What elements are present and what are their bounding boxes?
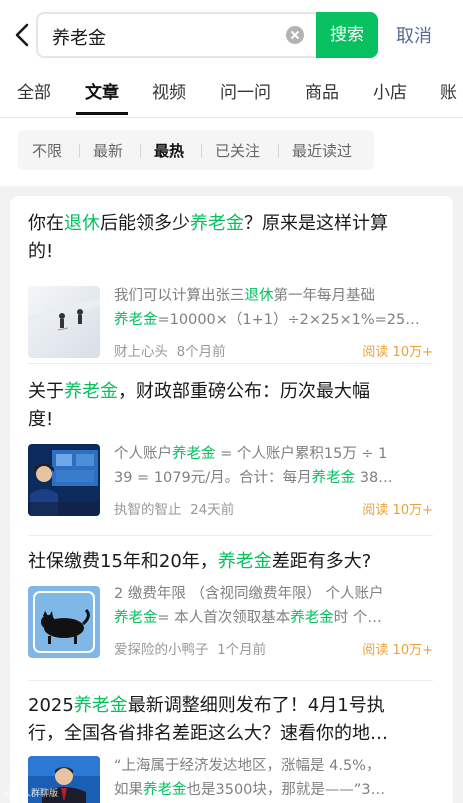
- tab-shops[interactable]: 小店: [373, 78, 407, 103]
- keyword-highlight: 养老金: [64, 381, 118, 402]
- back-arrow-icon[interactable]: [12, 22, 34, 48]
- keyword-highlight: 养老金: [190, 213, 244, 234]
- keyword-highlight: 养老金: [311, 470, 356, 486]
- filter-hottest[interactable]: 最热: [154, 140, 184, 161]
- keyword-highlight: 退休: [64, 213, 100, 234]
- tab-qa[interactable]: 问一问: [220, 78, 271, 103]
- filter-divider: [79, 144, 80, 158]
- text-segment: 也是3500块，那就是——”3…: [186, 782, 386, 798]
- text-segment: ，财政部重磅公布：历次最大幅: [118, 381, 370, 402]
- results-list: 你在退休后能领多少养老金？原来是这样计算 的! 我们可以计算出张三退休第一年每月基…: [10, 196, 453, 803]
- text-segment: 社保缴费15年和20年，: [28, 551, 218, 572]
- source-name[interactable]: 执智的智止: [114, 502, 182, 518]
- search-input[interactable]: 养老金: [36, 12, 318, 58]
- filter-any[interactable]: 不限: [32, 140, 62, 161]
- text-segment: 我们可以计算出张三: [114, 288, 245, 304]
- article-snippet: “上海属于经济发达地区，涨幅是 4.5%， 如果养老金也是3500块，那就是——…: [114, 754, 434, 802]
- article-source: 财上心头 8个月前: [114, 340, 226, 360]
- tab-articles[interactable]: 文章: [85, 78, 119, 103]
- read-count: 阅读 10万+: [362, 503, 433, 518]
- publish-time: 1个月前: [217, 642, 267, 658]
- text-segment: 第一年每月基础: [273, 288, 376, 304]
- filter-recently-read[interactable]: 最近读过: [292, 140, 352, 161]
- text-segment: “上海属于经济发达地区，涨幅是 4.5%，: [114, 758, 381, 774]
- item-divider: [28, 535, 433, 536]
- text-segment: 时 个…: [333, 610, 382, 626]
- publish-time: 8个月前: [176, 344, 226, 360]
- article-item[interactable]: 2025养老金最新调整细则发布了！4月1号执 行，全国各省排名差距这么大？速看你的…: [28, 692, 433, 803]
- filter-divider: [278, 144, 279, 158]
- article-snippet: 2 缴费年限 （含视同缴费年限） 个人账户 养老金= 本人首次领取基本养老金时 …: [114, 582, 434, 630]
- article-thumbnail[interactable]: [28, 444, 100, 516]
- tab-all[interactable]: 全部: [17, 78, 51, 103]
- cancel-button[interactable]: 取消: [396, 22, 432, 48]
- category-tabs: 全部 文章 视频 问一问 商品 小店 账: [0, 68, 463, 118]
- active-tab-indicator: [76, 112, 128, 115]
- tab-videos[interactable]: 视频: [152, 78, 186, 103]
- text-segment: =10000×（1+1）÷2×25×1%=25…: [157, 312, 420, 328]
- filter-latest[interactable]: 最新: [93, 140, 123, 161]
- keyword-highlight: 养老金: [172, 446, 216, 462]
- source-name[interactable]: 财上心头: [114, 344, 168, 360]
- text-segment: ？原来是这样计算: [244, 213, 388, 234]
- item-divider: [28, 363, 433, 364]
- text-segment: = 本人首次领取基本: [157, 610, 291, 626]
- keyword-highlight: 退休: [244, 288, 274, 304]
- publish-time: 24天前: [190, 502, 235, 518]
- text-segment: = 个人账户累积15万 ÷ 1: [215, 446, 388, 462]
- article-item[interactable]: 关于养老金，财政部重磅公布：历次最大幅 度! 个人账户养老金 = 个人账户累积15…: [28, 378, 433, 528]
- search-header: 养老金 搜索 取消: [0, 0, 463, 68]
- read-count: 阅读 10万+: [362, 345, 433, 360]
- keyword-highlight: 养老金: [114, 610, 158, 626]
- source-name[interactable]: 爱探险的小鸭子: [114, 642, 209, 658]
- keyword-highlight: 养老金: [143, 782, 187, 798]
- keyword-highlight: 养老金: [217, 551, 272, 572]
- filter-followed[interactable]: 已关注: [215, 140, 260, 161]
- watermark: @一人群聊版: [4, 789, 59, 799]
- keyword-highlight: 养老金: [290, 610, 334, 626]
- tab-accounts[interactable]: 账: [440, 78, 457, 103]
- article-snippet: 个人账户养老金 = 个人账户累积15万 ÷ 1 39 = 1079元/月。合计：…: [114, 442, 434, 490]
- article-snippet: 我们可以计算出张三退休第一年每月基础 养老金=10000×（1+1）÷2×25×…: [114, 284, 434, 332]
- sort-filter-group: 不限 最新 最热 已关注 最近读过: [18, 130, 374, 170]
- tab-products[interactable]: 商品: [305, 78, 339, 103]
- text-segment: 关于: [28, 381, 64, 402]
- article-title[interactable]: 2025养老金最新调整细则发布了！4月1号执 行，全国各省排名差距这么大？速看你的…: [28, 692, 433, 748]
- article-item[interactable]: 社保缴费15年和20年，养老金差距有多大? 2 缴费年限 （含视同缴费年限） 个…: [28, 548, 433, 674]
- text-segment: 39 = 1079元/月。合计：每月: [114, 470, 312, 486]
- article-title[interactable]: 关于养老金，财政部重磅公布：历次最大幅 度!: [28, 378, 433, 434]
- article-thumbnail[interactable]: [28, 286, 100, 358]
- text-segment: 差距有多大?: [271, 551, 372, 572]
- article-source: 执智的智止 24天前: [114, 498, 234, 518]
- article-item[interactable]: 你在退休后能领多少养老金？原来是这样计算 的! 我们可以计算出张三退休第一年每月基…: [28, 210, 433, 362]
- article-thumbnail[interactable]: [28, 586, 100, 658]
- keyword-highlight: 养老金: [114, 312, 158, 328]
- article-source: 爱探险的小鸭子 1个月前: [114, 638, 266, 658]
- read-count: 阅读 10万+: [362, 643, 433, 658]
- clear-icon[interactable]: [286, 26, 304, 44]
- item-divider: [28, 680, 433, 681]
- keyword-highlight: 养老金: [73, 695, 128, 716]
- text-segment: 如果: [114, 782, 143, 798]
- search-query[interactable]: 养老金: [52, 24, 106, 50]
- filter-divider: [140, 144, 141, 158]
- text-segment: 2 缴费年限 （含视同缴费年限） 个人账户: [114, 586, 384, 602]
- filter-divider: [201, 144, 202, 158]
- filter-bar: 不限 最新 最热 已关注 最近读过: [0, 118, 463, 186]
- article-title[interactable]: 你在退休后能领多少养老金？原来是这样计算 的!: [28, 210, 433, 266]
- text-segment: 你在: [28, 213, 64, 234]
- search-button[interactable]: 搜索: [316, 12, 378, 58]
- text-segment: 38…: [355, 470, 393, 486]
- text-segment: 个人账户: [114, 446, 172, 462]
- text-segment: 2025: [28, 695, 74, 716]
- text-segment: 后能领多少: [100, 213, 190, 234]
- article-title[interactable]: 社保缴费15年和20年，养老金差距有多大?: [28, 548, 433, 576]
- text-segment: 最新调整细则发布了！4月1号执: [127, 695, 385, 716]
